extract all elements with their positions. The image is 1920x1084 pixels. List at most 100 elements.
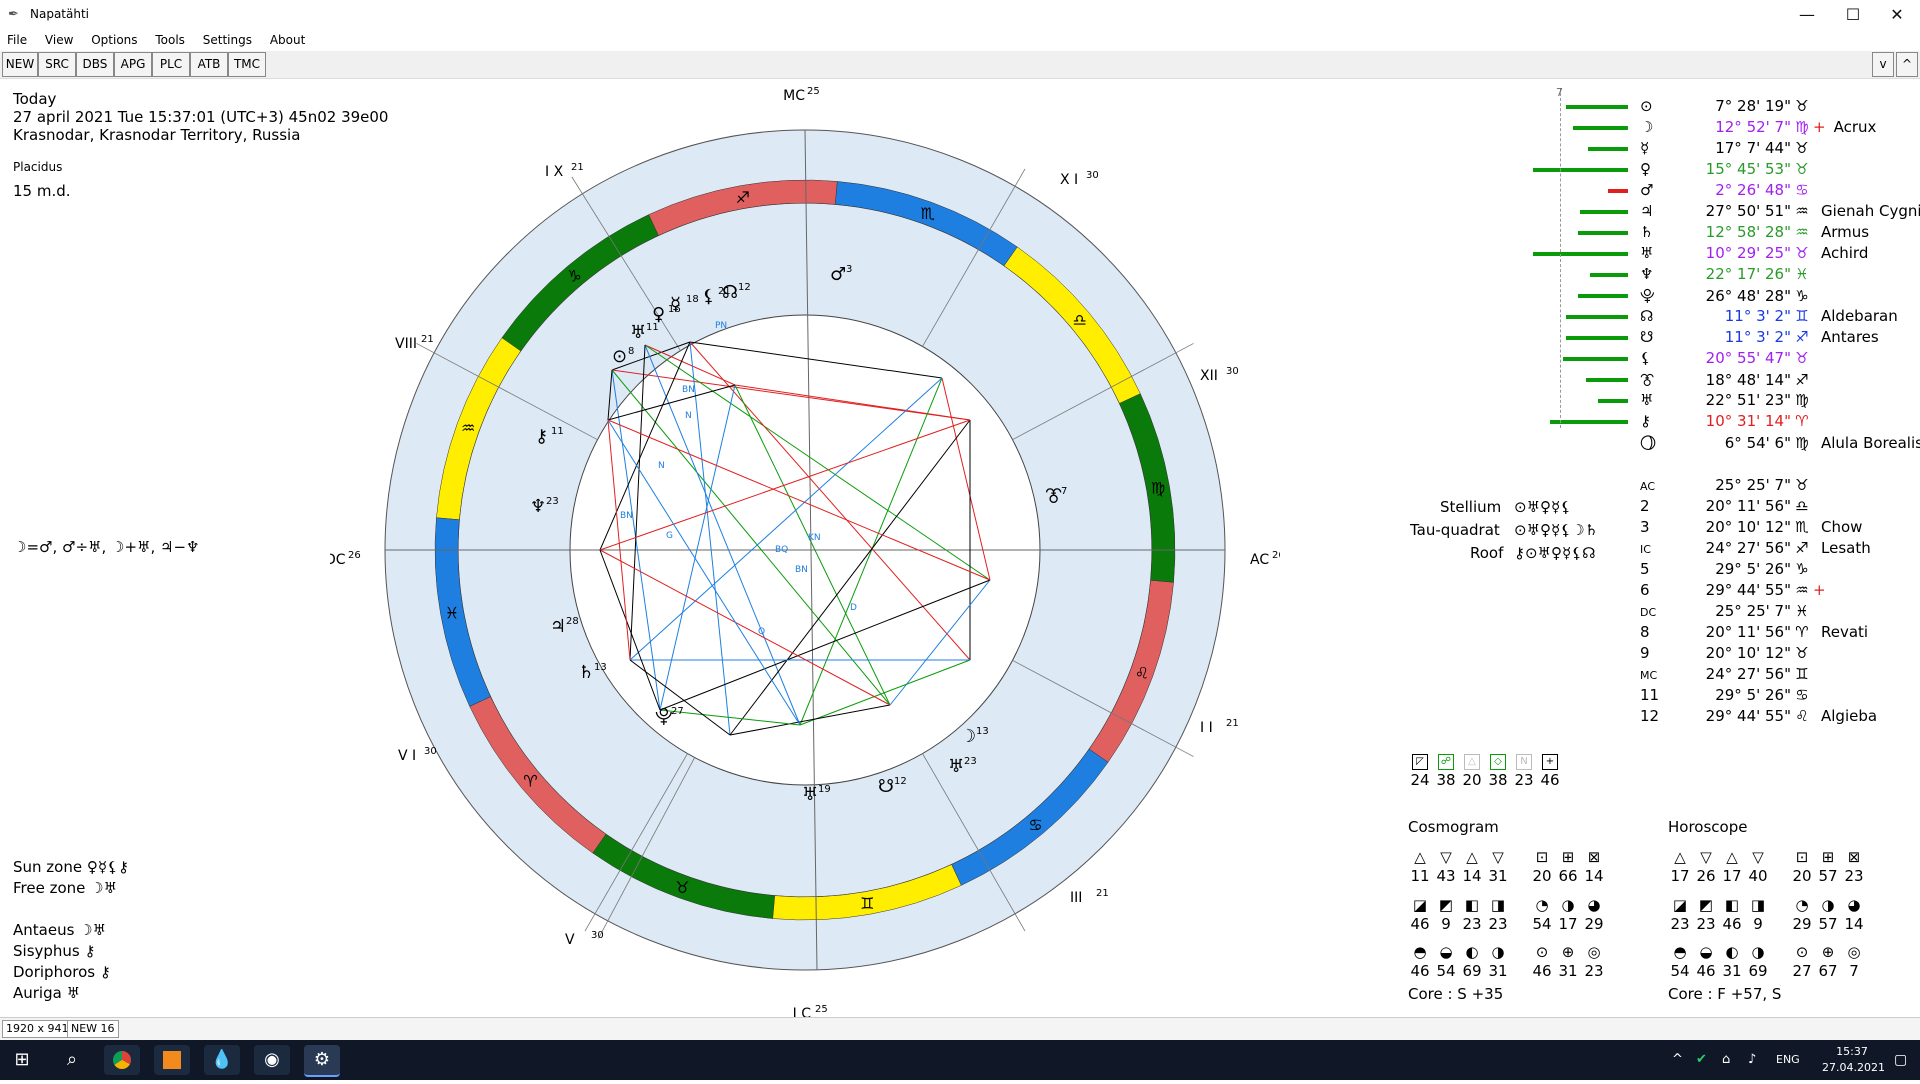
- planet-row[interactable]: ☽ 12° 52' 7" ♍ + Acrux: [1640, 118, 1876, 138]
- maximize-button[interactable]: ☐: [1830, 0, 1876, 30]
- aspect-label: N: [685, 411, 692, 421]
- clock[interactable]: 15:37 27.04.2021: [1822, 1040, 1885, 1084]
- planet-sign: ♋: [1795, 181, 1809, 199]
- cusp-sign: ♌: [1795, 707, 1809, 725]
- menu-about[interactable]: About: [263, 31, 312, 47]
- house-label: I X: [545, 164, 564, 180]
- notifications-icon[interactable]: ▢: [1894, 1040, 1907, 1080]
- planet-row[interactable]: ♀ 15° 45' 53" ♉: [1640, 160, 1821, 180]
- napatahti-taskbar-icon[interactable]: ⚙: [304, 1045, 340, 1077]
- atb-button[interactable]: ATB: [190, 52, 228, 77]
- mode-icon: ⊙: [1535, 943, 1549, 961]
- element-value: 46: [1410, 962, 1430, 980]
- planet-row[interactable]: ⚸ 20° 55' 47" ♉: [1640, 349, 1821, 369]
- config-tauquadrat-label: Tau-quadrat: [1410, 521, 1500, 539]
- mode-icon: ⊡: [1535, 848, 1549, 866]
- windows-start-icon[interactable]: ⊞: [4, 1045, 40, 1075]
- cusp-row[interactable]: 6 29° 44' 55" ♒ +: [1640, 581, 1834, 601]
- globe-app-icon[interactable]: ◉: [254, 1045, 290, 1075]
- app-orange-icon[interactable]: [154, 1045, 190, 1075]
- doriphoros-text: Doriphoros ⚷: [13, 963, 111, 981]
- collapse-up-button[interactable]: ^: [1896, 52, 1918, 77]
- cusp-row[interactable]: 12 29° 44' 55" ♌ Algieba: [1640, 707, 1877, 727]
- aspect-label: BN: [795, 565, 808, 575]
- planet-row[interactable]: ♅ 10° 29' 25" ♉ Achird: [1640, 244, 1868, 264]
- natal-chart-wheel[interactable]: ♈♉♊♋♌♍♎♏♐♑♒♓ PNBNNNBQKNBNDQGBN ♂ 3☊ 12⚸ 21☿…: [330, 80, 1280, 1020]
- planet-row[interactable]: ☊ 11° 3' 2" ♊ Aldebaran: [1640, 307, 1898, 327]
- planet-row[interactable]: ⯖ 6° 54' 6" ♍ Alula Borealis: [1640, 433, 1920, 453]
- aspect-count: 24: [1410, 771, 1430, 789]
- menu-settings[interactable]: Settings: [196, 31, 259, 47]
- menu-view[interactable]: View: [38, 31, 80, 47]
- strength-bar: [1566, 315, 1628, 319]
- close-button[interactable]: ✕: [1874, 0, 1920, 30]
- planet-sign: ♈: [1795, 412, 1809, 430]
- element-value: 14: [1462, 867, 1482, 885]
- planet-row[interactable]: ⊙ 7° 28' 19" ♉: [1640, 97, 1821, 117]
- element-icon: ▽: [1700, 848, 1712, 866]
- new-button[interactable]: NEW: [2, 52, 38, 77]
- planet-longitude: 17° 7' 44": [1715, 139, 1791, 157]
- element-icon: ◩: [1698, 896, 1714, 914]
- element-icon: ◨: [1750, 896, 1766, 914]
- element-icon: ◐: [1465, 943, 1479, 961]
- cusp-row[interactable]: 2 20° 11' 56" ♎: [1640, 497, 1821, 517]
- drop-app-icon[interactable]: 💧: [204, 1045, 240, 1075]
- search-icon[interactable]: ⌕: [54, 1045, 90, 1075]
- cusp-row[interactable]: 9 20° 10' 12" ♉: [1640, 644, 1821, 664]
- cusp-row[interactable]: 11 29° 5' 26" ♋: [1640, 686, 1821, 706]
- planet-degree: 12: [894, 776, 907, 787]
- horoscope-core: Core : F +57, S: [1668, 985, 1782, 1003]
- mode-icon: ◎: [1587, 943, 1601, 961]
- mc-label: MC: [783, 88, 805, 104]
- shield-icon[interactable]: ✔: [1696, 1040, 1707, 1080]
- planet-row[interactable]: ♄ 12° 58' 28" ♒ Armus: [1640, 223, 1869, 243]
- planet-row[interactable]: ♂ 2° 26' 48" ♋: [1640, 181, 1821, 201]
- language-indicator[interactable]: ENG: [1776, 1040, 1800, 1080]
- cusp-row[interactable]: 5 29° 5' 26" ♑: [1640, 560, 1821, 580]
- planet-row[interactable]: ⯓ 26° 48' 28" ♑: [1640, 286, 1821, 306]
- mode-value: 67: [1818, 962, 1838, 980]
- planet-glyph: ☊: [1640, 307, 1654, 325]
- cusp-row[interactable]: 8 20° 11' 56" ♈ Revati: [1640, 623, 1868, 643]
- collapse-down-button[interactable]: v: [1872, 52, 1894, 77]
- planet-row[interactable]: ☋ 11° 3' 2" ♐ Antares: [1640, 328, 1879, 348]
- apg-button[interactable]: APG: [114, 52, 152, 77]
- cusp-row[interactable]: IC 24° 27' 56" ♐ Lesath: [1640, 539, 1871, 559]
- planet-row[interactable]: ♆ 22° 17' 26" ♓: [1640, 265, 1821, 285]
- minimize-button[interactable]: —: [1784, 0, 1830, 30]
- planet-row[interactable]: ⯔ 18° 48' 14" ♐: [1640, 370, 1821, 390]
- dbs-button[interactable]: DBS: [76, 52, 114, 77]
- mode-value: 7: [1849, 962, 1859, 980]
- planet-longitude: 15° 45' 53": [1705, 160, 1791, 178]
- planet-sign: ♍: [1795, 391, 1809, 409]
- planet-row[interactable]: ♃ 27° 50' 51" ♒ Gienah Cygni: [1640, 202, 1920, 222]
- element-value: 17: [1722, 867, 1742, 885]
- src-button[interactable]: SRC: [38, 52, 76, 77]
- element-icon: ◐: [1725, 943, 1739, 961]
- plc-button[interactable]: PLC: [152, 52, 190, 77]
- menu-options[interactable]: Options: [84, 31, 144, 47]
- cusp-row[interactable]: DC 25° 25' 7" ♓: [1640, 602, 1821, 622]
- element-icon: ◒: [1699, 943, 1713, 961]
- network-icon[interactable]: ⌂: [1722, 1040, 1730, 1080]
- chrome-icon[interactable]: [104, 1045, 140, 1075]
- title-bar: ✒ Napatähti — ☐ ✕: [0, 0, 1920, 30]
- cusp-row[interactable]: 3 20° 10' 12" ♏ Chow: [1640, 518, 1862, 538]
- cusp-row[interactable]: MC 24° 27' 56" ♊: [1640, 665, 1821, 685]
- menu-tools[interactable]: Tools: [148, 31, 192, 47]
- planet-row[interactable]: ☿ 17° 7' 44" ♉: [1640, 139, 1821, 159]
- cusp-number: 6: [1640, 581, 1650, 599]
- strength-bar: [1563, 357, 1628, 361]
- volume-icon[interactable]: ♪: [1748, 1040, 1756, 1080]
- planet-row[interactable]: ⚷ 10° 31' 14" ♈: [1640, 412, 1821, 432]
- planet-degree: 13: [976, 726, 989, 737]
- tray-chevron-icon[interactable]: ^: [1672, 1040, 1683, 1080]
- tmc-button[interactable]: TMC: [228, 52, 266, 77]
- element-value: 46: [1696, 962, 1716, 980]
- cusp-row[interactable]: AC 25° 25' 7" ♉: [1640, 476, 1821, 496]
- menu-file[interactable]: File: [0, 31, 34, 47]
- config-stellium-glyphs: ⊙♅♀☿⚸: [1514, 498, 1572, 516]
- planet-row[interactable]: ♅ 22° 51' 23" ♍: [1640, 391, 1821, 411]
- planet-longitude: 11° 3' 2": [1724, 307, 1791, 325]
